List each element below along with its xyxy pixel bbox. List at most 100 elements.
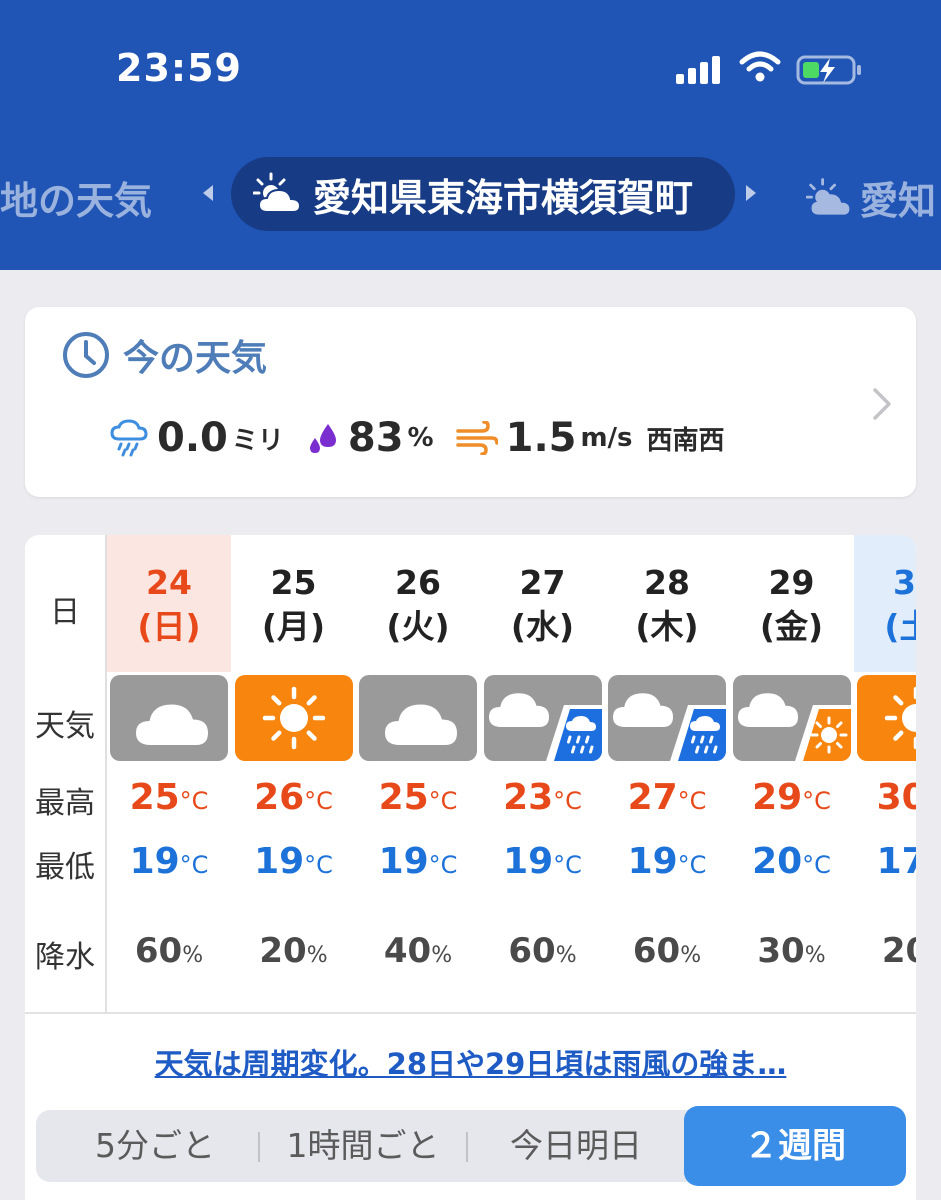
forecast-day-column[interactable]: 27 (水) 23°C 19°C 60% — [481, 535, 605, 1012]
weather-icon-box — [608, 675, 726, 761]
high-temp-value: 23 — [503, 777, 554, 818]
row-label-precip: 降水 — [35, 940, 95, 975]
tab-5min[interactable]: 5分ごと — [60, 1110, 250, 1182]
wind-direction: 西南西 — [646, 425, 725, 456]
weather-icon-box — [732, 675, 851, 761]
temp-unit: °C — [677, 851, 707, 879]
forecast-day-column[interactable]: 30 (土) 30°C 17°C 20% — [854, 535, 916, 1012]
forecast-date: 28 — [644, 563, 690, 602]
precip-chance: 60% — [107, 931, 231, 971]
weather-icon-box — [110, 675, 228, 761]
precip-chance: 20% — [232, 931, 356, 971]
forecast-day-column[interactable]: 28 (木) 27°C 19°C 60% — [605, 535, 729, 1012]
rain-value: 0.0 — [157, 415, 228, 461]
forecast-day-column[interactable]: 29 (金) 29°C 20°C 30% — [730, 535, 854, 1012]
current-location-tab[interactable]: 愛知県東海市横須賀町 — [231, 157, 735, 231]
cloudy-then-rain-icon — [483, 675, 602, 761]
tab-today-tomorrow[interactable]: 今日明日 — [486, 1110, 666, 1182]
precip-unit: % — [680, 943, 702, 968]
high-temp-value: 30 — [876, 777, 916, 818]
tab-separator — [466, 1132, 468, 1162]
cloudy-icon — [359, 675, 477, 761]
low-temp: 19°C — [481, 841, 605, 882]
forecast-date: 24 — [146, 563, 192, 602]
current-weather-stats: 0.0 ミリ 83 % 1.5 m/s 西南西 — [109, 415, 725, 461]
humidity-unit: % — [407, 423, 434, 453]
forecast-weekday: (日) — [137, 607, 201, 646]
precip-value: 20 — [881, 931, 916, 971]
precip-value: 60 — [632, 931, 681, 971]
previous-location-tab[interactable]: 地の天気 — [0, 170, 152, 225]
status-time: 23:59 — [116, 46, 242, 90]
interval-segmented-control: 5分ごと 1時間ごと 今日明日 ２週間 — [36, 1106, 906, 1186]
cellular-signal-icon — [676, 56, 722, 84]
precip-unit: % — [431, 943, 453, 968]
divider — [25, 1012, 916, 1014]
wifi-icon — [739, 51, 781, 82]
forecast-date: 25 — [270, 563, 317, 602]
wind-speed-value: 1.5 — [505, 415, 577, 461]
day-header-highlight — [854, 535, 916, 672]
precip-chance: 60% — [605, 931, 729, 971]
forecast-day-column[interactable]: 24 (日) 25°C 19°C 60% — [107, 535, 231, 1012]
cloudy-then-sunny-icon — [732, 675, 851, 761]
forecast-date: 27 — [519, 563, 566, 602]
weather-icon-box — [359, 675, 477, 761]
high-temp-value: 25 — [378, 777, 429, 818]
forecast-day-column[interactable]: 26 (火) 25°C 19°C 40% — [356, 535, 480, 1012]
high-temp: 29°C — [730, 777, 854, 818]
rain-unit: ミリ — [231, 425, 284, 456]
humidity-value: 83 — [347, 415, 404, 461]
next-location-tab[interactable]: 愛知 — [806, 170, 936, 225]
precip-value: 60 — [508, 931, 556, 971]
low-temp: 19°C — [356, 841, 480, 882]
temp-unit: °C — [802, 851, 831, 879]
low-temp: 20°C — [730, 841, 854, 882]
forecast-comment-link[interactable]: 天気は周期変化。28日や29日頃は雨風の強ま… — [25, 1041, 916, 1083]
low-temp: 19°C — [605, 841, 729, 882]
chevron-left-icon[interactable] — [203, 185, 213, 201]
temp-unit: °C — [553, 851, 582, 879]
wind-icon — [455, 421, 498, 455]
weather-icon-box — [483, 675, 602, 761]
forecast-weekday: (木) — [635, 607, 699, 646]
current-weather-title: 今の天気 — [61, 329, 267, 381]
cloudy-then-rain-icon — [608, 675, 726, 761]
high-temp: 26°C — [232, 777, 356, 818]
low-temp: 17°C — [854, 841, 916, 882]
low-temp: 19°C — [107, 841, 231, 882]
forecast-weekday: (火) — [386, 607, 450, 646]
temp-unit: °C — [179, 851, 209, 879]
temp-unit: °C — [304, 787, 333, 815]
current-weather-card[interactable]: 今の天気 0.0 ミリ 83 % 1.5 m/s 西南西 — [25, 307, 916, 497]
precip-chance: 40% — [356, 931, 480, 971]
temp-unit: °C — [304, 851, 333, 879]
row-label-high: 最高 — [35, 786, 95, 821]
forecast-weekday: (土) — [884, 607, 916, 646]
high-temp-value: 26 — [254, 777, 305, 818]
temp-unit: °C — [677, 787, 707, 815]
high-temp: 27°C — [605, 777, 729, 818]
precip-value: 40 — [383, 931, 432, 971]
battery-charging-icon — [796, 55, 861, 85]
sun-behind-cloud-icon — [806, 177, 850, 215]
wind-speed-unit: m/s — [580, 423, 633, 453]
chevron-right-icon[interactable] — [746, 185, 756, 201]
precip-unit: % — [804, 943, 826, 968]
tab-separator — [258, 1132, 260, 1162]
high-temp-value: 29 — [752, 777, 803, 818]
forecast-day-column[interactable]: 25 (月) 26°C 19°C 20% — [232, 535, 356, 1012]
forecast-date: 29 — [768, 563, 815, 602]
tab-hourly[interactable]: 1時間ごと — [264, 1110, 462, 1182]
low-temp-value: 19 — [378, 841, 429, 882]
precip-unit: % — [306, 943, 328, 968]
chevron-right-icon[interactable] — [872, 387, 892, 421]
rain-icon — [110, 419, 148, 457]
row-label-weather: 天気 — [35, 709, 95, 744]
row-label-low: 最低 — [35, 850, 95, 885]
current-location-name: 愛知県東海市横須賀町 — [313, 175, 694, 220]
weather-icon-box — [234, 675, 353, 761]
precip-value: 20 — [259, 931, 307, 971]
low-temp-value: 17 — [876, 841, 916, 882]
tab-two-weeks[interactable]: ２週間 — [684, 1106, 906, 1186]
